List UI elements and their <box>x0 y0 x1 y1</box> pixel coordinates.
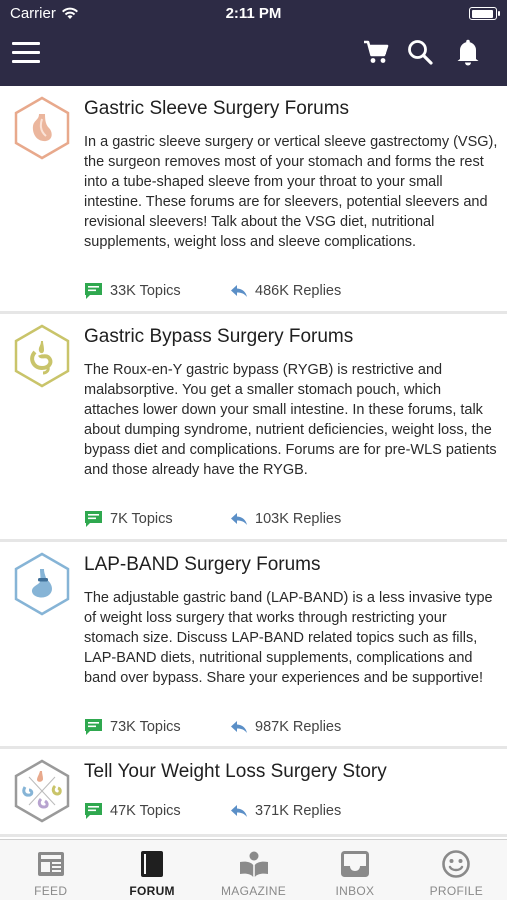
topics-icon <box>85 803 102 819</box>
topics-icon <box>85 719 102 735</box>
forum-item-surgery-story[interactable]: Tell Your Weight Loss Surgery Story 47K … <box>0 749 507 837</box>
forum-item-gastric-bypass[interactable]: Gastric Bypass Surgery Forums The Roux-e… <box>0 314 507 542</box>
tab-feed[interactable]: FEED <box>0 840 101 900</box>
forum-title[interactable]: Gastric Sleeve Surgery Forums <box>84 98 349 120</box>
status-bar: Carrier 2:11 PM <box>0 0 507 28</box>
battery-level <box>471 9 494 18</box>
replies-count: 486K Replies <box>230 283 341 299</box>
stomach-sleeve-icon <box>13 96 71 160</box>
profile-smiley-icon <box>441 849 471 879</box>
forum-description: The Roux-en-Y gastric bypass (RYGB) is r… <box>84 362 497 478</box>
topics-icon <box>85 283 102 299</box>
topics-label: 33K Topics <box>110 283 181 299</box>
topics-count: 33K Topics <box>84 282 181 300</box>
tab-forum[interactable]: FORUM <box>101 840 202 900</box>
stomach-band-icon <box>13 552 71 616</box>
tab-magazine[interactable]: MAGAZINE <box>203 840 304 900</box>
reply-arrow-icon <box>231 285 247 297</box>
replies-label: 987K Replies <box>255 719 342 735</box>
tab-label: PROFILE <box>429 884 484 898</box>
topics-count: 73K Topics <box>84 718 181 736</box>
topics-label: 73K Topics <box>110 719 181 735</box>
topics-count: 47K Topics <box>84 802 181 820</box>
search-icon[interactable] <box>402 34 438 70</box>
tab-label: FEED <box>34 884 68 898</box>
forum-title[interactable]: Tell Your Weight Loss Surgery Story <box>84 761 387 783</box>
forum-stats: 33K Topics 486K Replies <box>84 282 341 300</box>
forum-book-icon <box>137 849 167 879</box>
forum-list: Gastric Sleeve Surgery Forums In a gastr… <box>0 86 507 839</box>
replies-label: 103K Replies <box>255 511 342 527</box>
battery-icon <box>469 7 500 20</box>
topics-count: 7K Topics <box>84 510 173 528</box>
forum-item-gastric-sleeve[interactable]: Gastric Sleeve Surgery Forums In a gastr… <box>0 86 507 314</box>
replies-count: 103K Replies <box>230 511 341 527</box>
forum-title[interactable]: LAP-BAND Surgery Forums <box>84 554 321 576</box>
replies-count: 371K Replies <box>230 803 341 819</box>
feed-icon <box>36 849 66 879</box>
topics-label: 47K Topics <box>110 803 181 819</box>
tab-label: FORUM <box>129 884 175 898</box>
top-nav-bar <box>0 28 507 86</box>
replies-count: 987K Replies <box>230 719 341 735</box>
forum-stats: 73K Topics 987K Replies <box>84 718 341 736</box>
reply-arrow-icon <box>231 721 247 733</box>
status-time: 2:11 PM <box>225 5 282 22</box>
reply-arrow-icon <box>231 805 247 817</box>
replies-label: 371K Replies <box>255 803 342 819</box>
forum-item-lap-band[interactable]: LAP-BAND Surgery Forums The adjustable g… <box>0 542 507 749</box>
forum-stats: 7K Topics 103K Replies <box>84 510 341 528</box>
magazine-icon <box>239 849 269 879</box>
hamburger-menu-icon[interactable] <box>8 34 44 70</box>
topics-icon <box>85 511 102 527</box>
stories-icon <box>13 759 71 823</box>
replies-label: 486K Replies <box>255 283 342 299</box>
topics-label: 7K Topics <box>110 511 173 527</box>
inbox-icon <box>340 849 370 879</box>
forum-description: The adjustable gastric band (LAP-BAND) i… <box>84 590 493 686</box>
tab-label: MAGAZINE <box>220 884 287 898</box>
forum-description: In a gastric sleeve surgery or vertical … <box>84 134 498 250</box>
reply-arrow-icon <box>231 513 247 525</box>
tab-profile[interactable]: PROFILE <box>406 840 507 900</box>
cart-icon[interactable] <box>358 34 394 70</box>
bottom-tab-bar: FEED FORUM MAGAZINE INBOX PROFILE <box>0 839 507 900</box>
tab-label: INBOX <box>335 884 375 898</box>
stomach-bypass-icon <box>13 324 71 388</box>
forum-title[interactable]: Gastric Bypass Surgery Forums <box>84 326 353 348</box>
notifications-bell-icon[interactable] <box>450 34 486 70</box>
forum-stats: 47K Topics 371K Replies <box>84 802 341 820</box>
tab-inbox[interactable]: INBOX <box>304 840 405 900</box>
